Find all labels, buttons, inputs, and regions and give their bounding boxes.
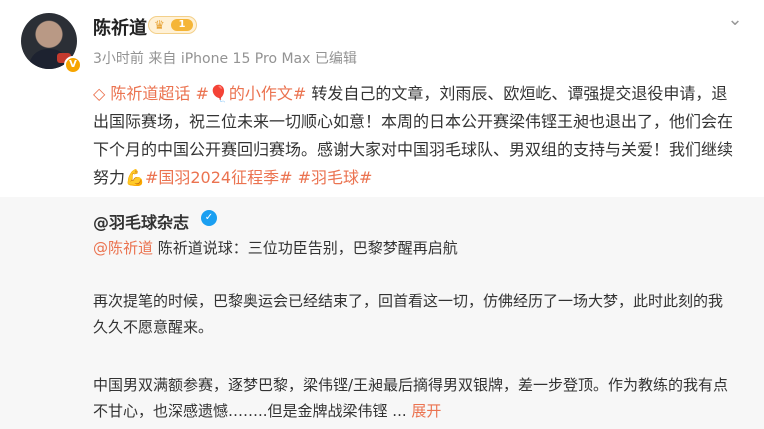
- hashtag-link[interactable]: #国羽2024征程季#: [145, 168, 293, 187]
- repost-card[interactable]: @羽毛球杂志 ✓ @陈祈道 陈祈道说球：三位功臣告别，巴黎梦醒再启航 再次提笔的…: [0, 197, 764, 429]
- post-body: ◇ 陈祈道超话 #🎈的小作文# 转发自己的文章，刘雨辰、欧烜屹、谭强提交退役申请…: [93, 80, 733, 192]
- post-source: 来自 iPhone 15 Pro Max: [148, 51, 311, 67]
- crown-icon: ♛: [154, 18, 165, 32]
- topic-tag-link[interactable]: #🎈的小作文#: [196, 84, 307, 103]
- post-time[interactable]: 3小时前: [93, 51, 144, 67]
- mention-link[interactable]: @陈祈道: [93, 239, 153, 257]
- repost-subtitle-line: @陈祈道 陈祈道说球：三位功臣告别，巴黎梦醒再启航: [93, 237, 458, 259]
- super-topic-link[interactable]: ◇ 陈祈道超话: [93, 84, 190, 103]
- repost-subtitle: 陈祈道说球：三位功臣告别，巴黎梦醒再启航: [157, 239, 458, 257]
- vip-level: 1: [171, 19, 193, 31]
- post-header: V 陈祈道 ♛ 1 3小时前 来自 iPhone 15 Pro Max 已编辑 …: [0, 0, 764, 78]
- verified-badge-icon: V: [64, 56, 82, 74]
- author-name[interactable]: 陈祈道: [93, 14, 147, 40]
- edited-label[interactable]: 已编辑: [315, 51, 357, 67]
- chevron-down-icon[interactable]: ⌄: [723, 8, 747, 32]
- flexed-arm-emoji-icon: 💪: [125, 168, 145, 187]
- repost-paragraph: 再次提笔的时候，巴黎奥运会已经结束了，回首看这一切，仿佛经历了一场大梦，此时此刻…: [93, 292, 724, 336]
- post-meta: 3小时前 来自 iPhone 15 Pro Max 已编辑: [93, 48, 357, 68]
- hashtag-link[interactable]: #羽毛球#: [298, 168, 373, 187]
- repost-paragraph: 中国男双满额参赛，逐梦巴黎，梁伟铿/王昶最后摘得男双银牌，差一步登顶。作为教练的…: [93, 376, 729, 420]
- blue-verified-icon: ✓: [201, 210, 217, 226]
- expand-link[interactable]: 展开: [411, 402, 441, 420]
- repost-author[interactable]: @羽毛球杂志: [93, 209, 189, 233]
- vip-badge[interactable]: ♛ 1: [148, 16, 197, 34]
